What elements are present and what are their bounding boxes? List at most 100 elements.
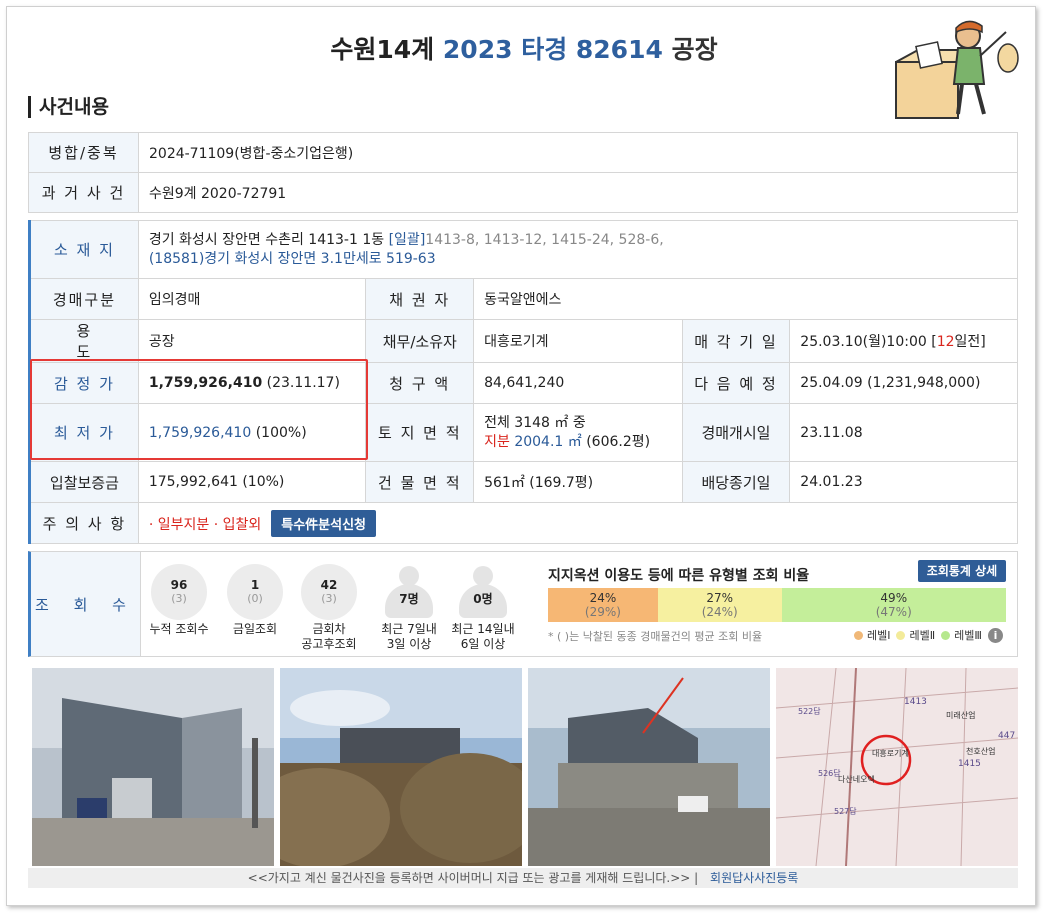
map-label-1413: 1413	[904, 697, 927, 707]
auction-start-value: 23.11.08	[789, 403, 1018, 462]
sale-date-value: 25.03.10(월)10:00 [12일전]	[789, 319, 1018, 363]
visitors-14day-caption: 최근 14일내 6일 이상	[446, 622, 520, 652]
cumulative-views-sub: (3)	[171, 592, 187, 605]
sale-date-label: 매 각 기 일	[681, 319, 791, 363]
register-photo-link[interactable]: 회원답사사진등록	[710, 871, 798, 885]
past-case-value: 수원9계 2020-72791	[138, 172, 1018, 213]
property-photo-1[interactable]	[32, 668, 274, 866]
usage-value: 공장	[137, 319, 367, 363]
dividend-end-value: 24.01.23	[789, 461, 1018, 503]
map-label-522: 522답	[798, 706, 821, 716]
past-case-label: 과 거 사 건	[28, 172, 139, 213]
ratio-level2-avg: (24%)	[701, 605, 738, 619]
round-views-caption-1: 금회차	[312, 622, 346, 636]
auction-type-value: 임의경매	[137, 278, 367, 320]
auction-start-label: 경매개시일	[681, 403, 791, 462]
deposit-row: 입찰보증금 175,992,641 (10%) 건 물 면 적 561㎡ (16…	[29, 461, 1018, 503]
today-views-caption: 금일조회	[232, 622, 278, 636]
next-schedule-value: 25.04.09 (1,231,948,000)	[789, 362, 1018, 404]
deposit-value: 175,992,641 (10%)	[137, 461, 367, 503]
land-area-value: 전체 3148 ㎡ 중 지분 2004.1 ㎡ (606.2평)	[473, 403, 683, 462]
cadastral-map: 1413 대흥로기계 다산네오텍 미래산업 천호산업 1415 522답 526…	[776, 668, 1018, 866]
special-analysis-button[interactable]: 특수件분석신청	[271, 509, 377, 537]
retaining-wall-photo	[528, 668, 770, 866]
ratio-note: * ( )는 낙찰된 동종 경매물건의 평균 조회 비율	[548, 630, 763, 643]
sale-date-text: 25.03.10(월)10:00 [	[800, 334, 937, 350]
visitors-7day-stat: 7명 최근 7일내 3일 이상	[372, 564, 446, 652]
views-label: 조 회 수	[31, 552, 141, 656]
ratio-segment-level3: 49% (47%)	[781, 588, 1006, 622]
location-address: 경기 화성시 장안면 수촌리 1413-1 1동	[148, 231, 385, 248]
ratio-level1-pct: 24%	[589, 591, 617, 605]
building-area-value: 561㎡ (169.7평)	[473, 461, 683, 503]
land-area-label: 토 지 면 적	[365, 403, 475, 462]
visitors-7day-caption-1: 최근 7일내	[381, 622, 437, 636]
merge-row: 병합/중복 2024-71109(병합-중소기업은행)	[28, 132, 1018, 173]
round-views-circle: 42 (3)	[301, 564, 357, 620]
next-schedule-label: 다 음 예 정	[681, 362, 791, 404]
mascot-illustration	[895, 20, 1019, 119]
bundle-lots: 1413-8, 1413-12, 1415-24, 528-6,	[425, 231, 664, 248]
view-ratio-title: 지지옥션 이용도 등에 따른 유형별 조회 비율	[548, 568, 810, 584]
round-views-caption: 금회차 공고후조회	[292, 622, 366, 652]
ratio-level3-avg: (47%)	[875, 605, 912, 619]
location-label: 소 재 지	[29, 220, 139, 279]
today-views-circle: 1 (0)	[227, 564, 283, 620]
ratio-level3-pct: 49%	[880, 591, 908, 605]
round-views-stat: 42 (3) 금회차 공고후조회	[292, 564, 366, 652]
info-icon[interactable]: i	[987, 627, 1003, 643]
ratio-segment-level1: 24% (29%)	[548, 588, 658, 622]
visitors-14day-caption-1: 최근 14일내	[451, 622, 515, 636]
person-icon: 7명	[381, 564, 437, 620]
price-highlight-box	[30, 359, 368, 460]
case-history-table: 병합/중복 2024-71109(병합-중소기업은행) 과 거 사 건 수원9계…	[28, 132, 1018, 213]
factory-exterior-photo	[32, 668, 274, 866]
site-overview-photo	[280, 668, 522, 866]
claim-value: 84,641,240	[473, 362, 683, 404]
notice-value: · 일부지분 · 입찰외	[148, 516, 262, 533]
photo-caption-text: <<가지고 계신 물건사진을 등록하면 사이버머니 지급 또는 광고를 게재해 …	[247, 871, 691, 885]
past-case-row: 과 거 사 건 수원9계 2020-72791	[28, 172, 1018, 213]
bundle-link[interactable]: [일괄]	[389, 232, 426, 248]
usage-row: 용 도 공장 채무/소유자 대흥로기계 매 각 기 일 25.03.10(월)1…	[29, 319, 1018, 363]
cumulative-views-stat: 96 (3) 누적 조회수	[142, 564, 216, 637]
land-area-total: 전체 3148 ㎡ 중	[484, 414, 586, 431]
property-photo-2[interactable]	[280, 668, 522, 866]
case-type: 공장	[671, 35, 718, 64]
legend-level2: 레벨Ⅱ	[909, 629, 936, 642]
cumulative-views-caption: 누적 조회수	[149, 622, 209, 636]
legend-level1: 레벨Ⅰ	[867, 629, 891, 642]
view-ratio-bar: 24% (29%) 27% (24%) 49% (47%)	[548, 588, 1006, 622]
map-label-mirae: 미래산업	[946, 710, 975, 720]
notice-label: 주 의 사 항	[29, 502, 139, 544]
visitors-14day-stat: 0명 최근 14일내 6일 이상	[446, 564, 520, 652]
merge-value: 2024-71109(병합-중소기업은행)	[138, 132, 1018, 173]
auction-type-label: 경매구분	[29, 278, 139, 320]
merge-label: 병합/중복	[28, 132, 139, 173]
today-views-stat: 1 (0) 금일조회	[218, 564, 292, 637]
debtor-label: 채무/소유자	[365, 319, 475, 363]
auction-type-row: 경매구분 임의경매 채 권 자 동국알앤에스	[29, 278, 1018, 320]
visitors-7day-caption: 최근 7일내 3일 이상	[372, 622, 446, 652]
land-share-pyeong: (606.2평)	[586, 433, 651, 450]
deposit-label: 입찰보증금	[29, 461, 139, 503]
building-area-label: 건 물 면 적	[365, 461, 475, 503]
cumulative-views-circle: 96 (3)	[151, 564, 207, 620]
creditor-label: 채 권 자	[365, 278, 475, 320]
map-label-447: 447	[998, 731, 1015, 741]
property-photo-3[interactable]	[528, 668, 770, 866]
property-map[interactable]: 1413 대흥로기계 다산네오텍 미래산업 천호산업 1415 522답 526…	[776, 668, 1018, 866]
creditor-value: 동국알앤에스	[473, 278, 1018, 320]
dividend-end-label: 배당종기일	[681, 461, 791, 503]
road-address: (18581)경기 화성시 장안면 3.1만세로 519-63	[148, 250, 436, 267]
ratio-level2-pct: 27%	[706, 591, 734, 605]
round-views-sub: (3)	[321, 592, 337, 605]
case-number: 2023 타경 82614	[442, 35, 663, 64]
legend-level3: 레벨Ⅲ	[954, 629, 982, 642]
level2-dot-icon	[896, 630, 906, 640]
ratio-level1-avg: (29%)	[584, 605, 621, 619]
view-stats-detail-button[interactable]: 조회통계 상세	[918, 560, 1006, 582]
land-share-label: 지분	[484, 433, 510, 450]
map-label-527: 527답	[834, 806, 857, 816]
section-title: 사건내용	[28, 96, 109, 118]
